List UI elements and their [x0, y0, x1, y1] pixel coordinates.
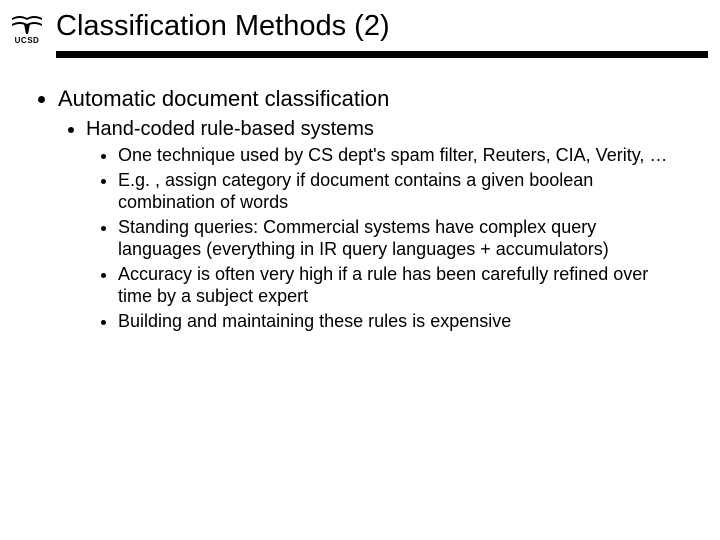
list-item: E.g. , assign category if document conta… [118, 170, 680, 214]
slide-title: Classification Methods (2) [56, 10, 720, 43]
list-item: Standing queries: Commercial systems hav… [118, 217, 680, 261]
slide-content: Automatic document classification Hand-c… [0, 58, 720, 333]
bullet-text: Building and maintaining these rules is … [118, 311, 511, 331]
list-item: Accuracy is often very high if a rule ha… [118, 264, 680, 308]
bullet-list-level2: Hand-coded rule-based systems One techni… [58, 118, 680, 333]
bullet-text: One technique used by CS dept's spam fil… [118, 145, 667, 165]
bullet-text: Hand-coded rule-based systems [86, 118, 374, 140]
logo-label: UCSD [10, 36, 44, 45]
trident-icon [10, 14, 44, 34]
list-item: Automatic document classification Hand-c… [58, 86, 680, 333]
bullet-text: Standing queries: Commercial systems hav… [118, 217, 609, 259]
bullet-list-level1: Automatic document classification Hand-c… [40, 86, 680, 333]
list-item: Building and maintaining these rules is … [118, 311, 680, 333]
bullet-text: Automatic document classification [58, 86, 389, 111]
list-item: Hand-coded rule-based systems One techni… [86, 118, 680, 333]
ucsd-logo: UCSD [10, 14, 44, 45]
list-item: One technique used by CS dept's spam fil… [118, 145, 680, 167]
slide-header: UCSD Classification Methods (2) [0, 0, 720, 58]
bullet-text: E.g. , assign category if document conta… [118, 170, 593, 212]
title-underline [56, 51, 708, 58]
bullet-text: Accuracy is often very high if a rule ha… [118, 264, 648, 306]
bullet-list-level3: One technique used by CS dept's spam fil… [86, 145, 680, 333]
